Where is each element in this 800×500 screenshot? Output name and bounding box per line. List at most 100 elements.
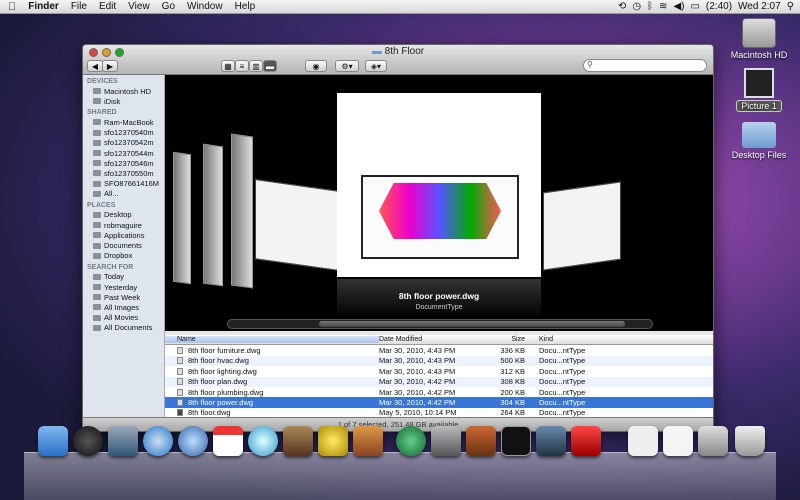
apple-menu-icon[interactable]:  bbox=[0, 1, 22, 13]
safari-icon[interactable] bbox=[143, 426, 173, 456]
sidebar-item-home[interactable]: robmaguire bbox=[83, 220, 164, 230]
sidebar-item-applications[interactable]: Applications bbox=[83, 230, 164, 240]
sidebar-item-dropbox[interactable]: Dropbox bbox=[83, 251, 164, 261]
sidebar-item-shared[interactable]: sfo12370540m bbox=[83, 128, 164, 138]
cover-flow-item[interactable] bbox=[231, 133, 253, 289]
desktop-icon-desktop-files[interactable]: Desktop Files bbox=[720, 122, 798, 160]
sidebar-item-shared-all[interactable]: All... bbox=[83, 189, 164, 199]
sidebar-item-today[interactable]: Today bbox=[83, 272, 164, 282]
sidebar-header-devices[interactable]: DEVICES bbox=[83, 75, 164, 86]
menu-edit[interactable]: Edit bbox=[93, 1, 122, 12]
file-row[interactable]: 8th floor plumbing.dwg Mar 30, 2010, 4:42… bbox=[165, 387, 713, 397]
spaces-icon[interactable] bbox=[536, 426, 566, 456]
file-row-selected[interactable]: 8th floor power.dwg Mar 30, 2010, 4:42 PM… bbox=[165, 397, 713, 408]
back-button[interactable]: ◀ bbox=[87, 60, 103, 72]
mail-icon[interactable] bbox=[108, 426, 138, 456]
sidebar-item-idisk[interactable]: iDisk bbox=[83, 96, 164, 106]
menu-finder[interactable]: Finder bbox=[22, 1, 65, 12]
cover-flow-selected-item[interactable] bbox=[337, 93, 541, 277]
column-header-size[interactable]: Size bbox=[479, 336, 531, 343]
clock[interactable]: Wed 2:07 bbox=[738, 1, 781, 12]
sidebar-item-yesterday[interactable]: Yesterday bbox=[83, 282, 164, 292]
cover-flow-button[interactable]: ▬ bbox=[263, 60, 277, 72]
dropbox-menu-button[interactable]: ◈▾ bbox=[365, 60, 387, 72]
sync-icon[interactable]: ⟲ bbox=[618, 1, 626, 12]
cover-flow-item[interactable] bbox=[203, 143, 223, 287]
computer-icon bbox=[93, 150, 101, 157]
keynote-icon[interactable] bbox=[466, 426, 496, 456]
trash-icon[interactable] bbox=[735, 426, 765, 456]
sidebar-item-all-movies[interactable]: All Movies bbox=[83, 313, 164, 323]
menu-go[interactable]: Go bbox=[156, 1, 181, 12]
list-view-button[interactable]: ≡ bbox=[235, 60, 249, 72]
cover-flow-item[interactable] bbox=[173, 151, 191, 285]
battery-icon[interactable]: ▭ bbox=[690, 1, 699, 12]
sidebar-item-shared[interactable]: sfo12370542m bbox=[83, 138, 164, 148]
sidebar-item-all-images[interactable]: All Images bbox=[83, 302, 164, 312]
sidebar-item-desktop[interactable]: Desktop bbox=[83, 210, 164, 220]
finder-icon[interactable] bbox=[38, 426, 68, 456]
dashboard-icon[interactable] bbox=[73, 426, 103, 456]
system-preferences-icon[interactable] bbox=[431, 426, 461, 456]
documents-stack-icon[interactable] bbox=[628, 426, 658, 456]
cover-flow-item[interactable] bbox=[255, 179, 339, 271]
search-input[interactable]: ⚲ bbox=[583, 59, 707, 72]
terminal-icon[interactable] bbox=[501, 426, 531, 456]
title-bar[interactable]: ▬ 8th Floor ◀ ▶ ▦ ≡ ▥ ▬ ◉ ⚙▾ ◈▾ ⚲ bbox=[83, 45, 713, 75]
action-menu-button[interactable]: ⚙▾ bbox=[335, 60, 359, 72]
volume-icon[interactable]: ◀) bbox=[673, 1, 684, 12]
file-row[interactable]: 8th floor.dwg May 5, 2010, 10:14 PM 264 KB… bbox=[165, 408, 713, 417]
bluetooth-icon[interactable]: ᛒ bbox=[647, 1, 653, 12]
column-view-button[interactable]: ▥ bbox=[249, 60, 263, 72]
time-machine-icon[interactable] bbox=[396, 426, 426, 456]
menu-help[interactable]: Help bbox=[229, 1, 262, 12]
column-header-date[interactable]: Date Modified bbox=[379, 336, 479, 343]
garageband-icon[interactable] bbox=[353, 426, 383, 456]
acrobat-icon[interactable] bbox=[571, 426, 601, 456]
cover-flow-item[interactable] bbox=[543, 181, 621, 271]
time-machine-menu-icon[interactable]: ◷ bbox=[632, 1, 641, 12]
desktop-icon-picture-1[interactable]: Picture 1 bbox=[720, 68, 798, 112]
cover-flow-scrollbar[interactable] bbox=[227, 319, 653, 329]
sidebar-item-shared[interactable]: Ram-MacBook bbox=[83, 117, 164, 127]
file-row[interactable]: 8th floor furniture.dwg Mar 30, 2010, 4:4… bbox=[165, 345, 713, 355]
dock bbox=[24, 452, 776, 500]
sidebar: DEVICES Macintosh HD iDisk SHARED Ram-Ma… bbox=[83, 75, 165, 417]
file-row[interactable]: 8th floor lighting.dwg Mar 30, 2010, 4:43… bbox=[165, 366, 713, 376]
sidebar-item-all-documents[interactable]: All Documents bbox=[83, 323, 164, 333]
sidebar-header-shared[interactable]: SHARED bbox=[83, 106, 164, 117]
sidebar-header-places[interactable]: PLACES bbox=[83, 199, 164, 210]
menu-view[interactable]: View bbox=[122, 1, 156, 12]
sidebar-header-search-for[interactable]: SEARCH FOR bbox=[83, 261, 164, 272]
ichat-icon[interactable] bbox=[178, 426, 208, 456]
network-icon[interactable] bbox=[698, 426, 728, 456]
sidebar-item-shared[interactable]: sfo12370544m bbox=[83, 148, 164, 158]
wifi-icon[interactable]: ≋ bbox=[659, 1, 667, 12]
imovie-icon[interactable] bbox=[318, 426, 348, 456]
quick-look-button[interactable]: ◉ bbox=[305, 60, 327, 72]
dwg-file-icon bbox=[177, 347, 183, 355]
sidebar-item-macintosh-hd[interactable]: Macintosh HD bbox=[83, 86, 164, 96]
sidebar-item-documents[interactable]: Documents bbox=[83, 240, 164, 250]
itunes-icon[interactable] bbox=[248, 426, 278, 456]
sidebar-item-shared[interactable]: sfo12370550m bbox=[83, 168, 164, 178]
folder-icon bbox=[742, 122, 776, 148]
column-header-name[interactable]: Name bbox=[165, 336, 379, 344]
sidebar-item-past-week[interactable]: Past Week bbox=[83, 292, 164, 302]
sidebar-item-shared[interactable]: SFO87661416M bbox=[83, 179, 164, 189]
desktop-icon-macintosh-hd[interactable]: Macintosh HD bbox=[720, 18, 798, 60]
forward-button[interactable]: ▶ bbox=[102, 60, 118, 72]
menu-window[interactable]: Window bbox=[181, 1, 229, 12]
file-row[interactable]: 8th floor hvac.dwg Mar 30, 2010, 4:43 PM 5… bbox=[165, 355, 713, 367]
spotlight-icon[interactable]: ⚲ bbox=[787, 1, 794, 12]
dwg-file-icon bbox=[177, 399, 183, 407]
menu-file[interactable]: File bbox=[65, 1, 93, 12]
file-row[interactable]: 8th floor plan.dwg Mar 30, 2010, 4:42 PM 3… bbox=[165, 376, 713, 387]
sidebar-item-shared[interactable]: sfo12370546m bbox=[83, 158, 164, 168]
scroll-thumb[interactable] bbox=[319, 321, 625, 327]
downloads-stack-icon[interactable] bbox=[663, 426, 693, 456]
icon-view-button[interactable]: ▦ bbox=[221, 60, 235, 72]
iphoto-icon[interactable] bbox=[283, 426, 313, 456]
ical-icon[interactable] bbox=[213, 426, 243, 456]
column-header-kind[interactable]: Kind bbox=[531, 336, 587, 343]
